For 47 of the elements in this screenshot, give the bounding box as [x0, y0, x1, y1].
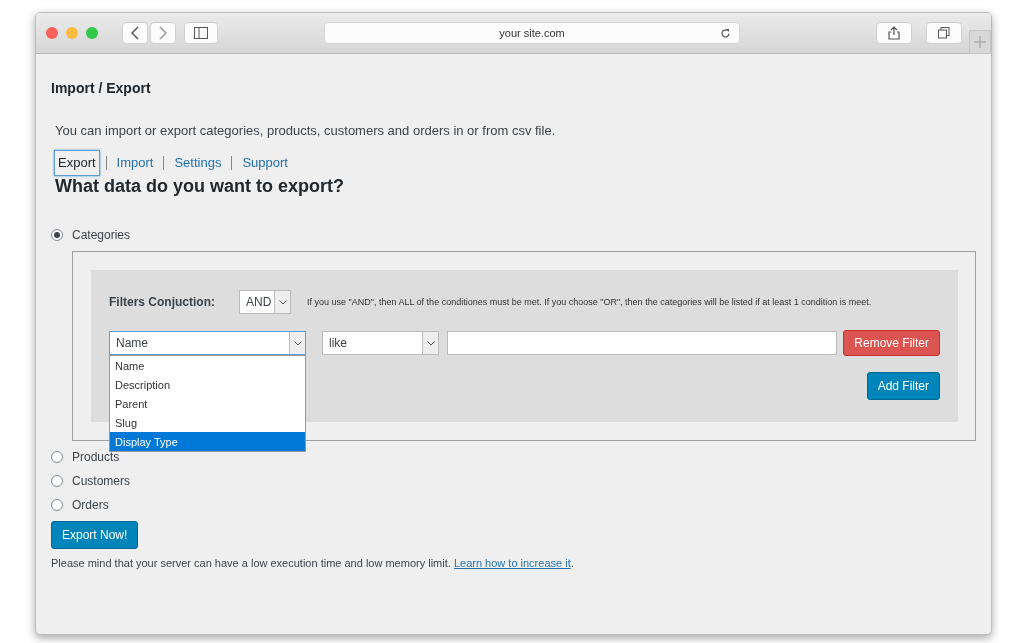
tabs-button[interactable] [926, 22, 962, 44]
value-input[interactable] [447, 331, 837, 356]
forward-button[interactable] [150, 22, 176, 44]
tab-link[interactable]: Support [238, 150, 292, 176]
tabs-icon [938, 27, 950, 39]
tab-link[interactable]: Settings [170, 150, 226, 176]
tab-link[interactable]: Export [54, 150, 100, 176]
menu-item[interactable]: Description [110, 375, 305, 395]
radio-button[interactable] [51, 451, 63, 464]
menu-item[interactable]: Slug [110, 413, 305, 433]
option-label[interactable]: Orders [72, 496, 109, 515]
add-filter-button[interactable]: Add Filter [866, 372, 940, 401]
radio-button[interactable] [51, 499, 63, 512]
menu-item[interactable]: Parent [110, 394, 305, 414]
note-text: Please mind that your server can have a low execution time and low memory limit. Learn how to increase it. [51, 556, 575, 572]
hint-text: If you use "AND", then ALL of the conditiones must be met. If you choose "OR", then the categories will be listed if at least 1 condition is meet. [307, 295, 872, 309]
option-label[interactable]: Categories [72, 226, 131, 245]
maximize-icon[interactable] [86, 27, 98, 39]
help-link[interactable]: Learn how to increase it [453, 557, 571, 570]
caret-icon [422, 332, 438, 355]
address-text: your site.com [499, 25, 565, 41]
page-title: Import / Export [51, 80, 152, 97]
share-button[interactable] [876, 22, 912, 44]
menu-item[interactable]: Name [110, 356, 305, 376]
export-button[interactable]: Export Now! [51, 521, 139, 550]
conjunction-select[interactable]: AND [239, 290, 291, 315]
back-button[interactable] [122, 22, 148, 44]
conjunction-label: Filters Conjuction: [109, 294, 215, 312]
share-icon [888, 26, 900, 40]
close-icon[interactable] [46, 27, 58, 39]
plus-icon [974, 36, 986, 48]
operator-select[interactable]: like [322, 331, 439, 356]
sidebar-button[interactable] [184, 22, 218, 44]
option-label[interactable]: Customers [72, 472, 130, 491]
sidebar-icon [194, 27, 208, 39]
intro-text: You can import or export categories, products, customers and orders in or from csv file. [55, 121, 557, 140]
menu-item[interactable]: Display Type [110, 432, 305, 452]
tab-link[interactable]: Import [112, 150, 158, 176]
field-select[interactable]: Name [109, 331, 306, 356]
section-heading: What data do you want to export? [55, 175, 345, 198]
radio-button[interactable] [51, 475, 63, 488]
reload-icon[interactable] [720, 27, 731, 39]
caret-icon [289, 332, 305, 355]
address-bar[interactable]: your site.com [324, 22, 740, 44]
caret-icon [274, 291, 290, 314]
remove-filter-button[interactable]: Remove Filter [843, 330, 940, 357]
radio-button[interactable] [51, 229, 63, 242]
